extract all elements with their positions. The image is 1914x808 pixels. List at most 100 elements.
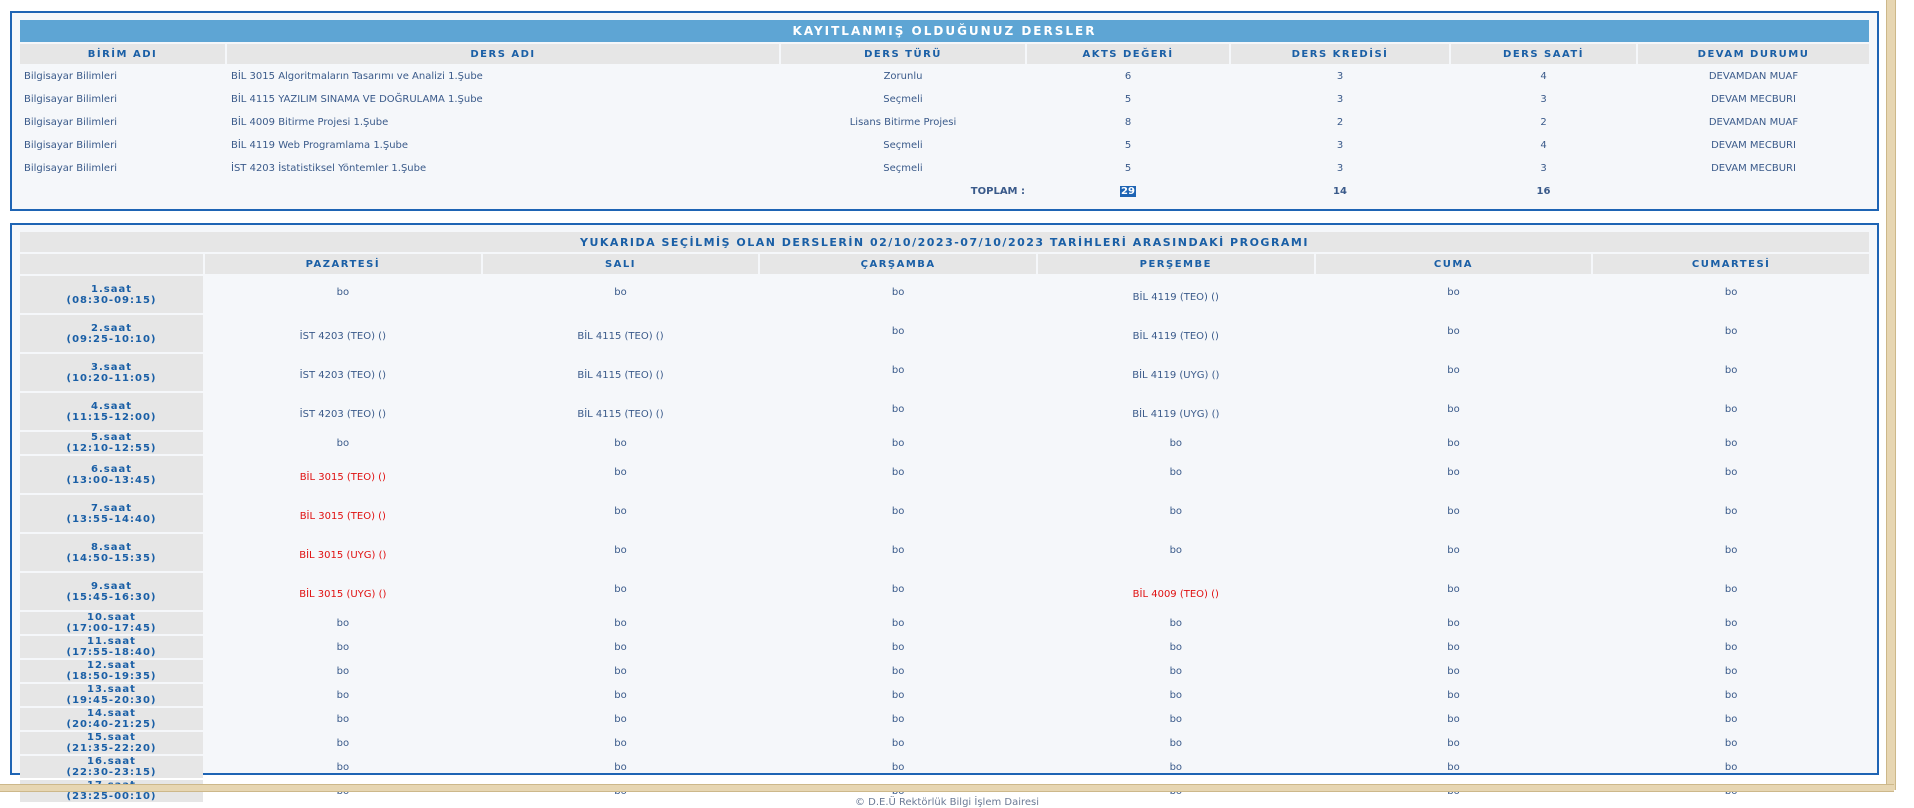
total-akts-value: 29 bbox=[1120, 186, 1136, 197]
schedule-cell-tuesday: bo bbox=[614, 713, 627, 725]
schedule-cell-friday: bo bbox=[1447, 761, 1460, 773]
course-cell-course-type: Seçmeli bbox=[883, 94, 923, 105]
slot-header-empty bbox=[20, 254, 203, 274]
schedule-cell-friday: bo bbox=[1447, 641, 1460, 653]
schedule-cell-monday: BİL 3015 (TEO) () bbox=[299, 511, 386, 522]
course-cell-akts: 5 bbox=[1124, 94, 1132, 105]
course-cell-akts: 8 bbox=[1124, 117, 1132, 128]
schedule-cell-wednesday: bo bbox=[891, 404, 905, 415]
schedule-cell-tuesday: bo bbox=[614, 689, 627, 701]
schedule-cell-friday: bo bbox=[1447, 584, 1460, 595]
time-slot-label: 6.saat (13:00-13:45) bbox=[20, 456, 203, 493]
course-row: Bilgisayar Bilimleri BİL 4009 Bitirme Pro… bbox=[20, 112, 1869, 133]
slot-time-range: (17:00-17:45) bbox=[66, 623, 157, 634]
schedule-cell-monday: bo bbox=[336, 665, 350, 677]
time-slot-label: 12.saat (18:50-19:35) bbox=[20, 660, 203, 682]
registered-courses-table: KAYITLANMIŞ OLDUĞUNUZ DERSLER BİRİM ADI … bbox=[18, 18, 1871, 204]
slot-time-range: (20:40-21:25) bbox=[66, 719, 157, 730]
course-cell-akts: 5 bbox=[1124, 163, 1132, 174]
col-header-akts: AKTS DEĞERİ bbox=[1027, 44, 1229, 64]
schedule-cell-saturday: bo bbox=[1724, 665, 1738, 677]
time-slot-label: 4.saat (11:15-12:00) bbox=[20, 393, 203, 430]
schedule-cell-monday: BİL 3015 (TEO) () bbox=[299, 472, 386, 483]
schedule-cell-saturday: bo bbox=[1724, 506, 1738, 517]
weekly-schedule-panel: YUKARIDA SEÇİLMİŞ OLAN DERSLERİN 02/10/2… bbox=[10, 223, 1879, 802]
schedule-row: 8.saat (14:50-15:35) BİL 3015 (UYG) () bo bo… bbox=[20, 534, 1869, 571]
schedule-cell-friday: bo bbox=[1447, 404, 1460, 415]
slot-number: 13.saat bbox=[87, 684, 136, 695]
slot-number: 12.saat bbox=[87, 660, 136, 671]
total-akts: 29 bbox=[1027, 181, 1229, 202]
time-slot-label: 1.saat (08:30-09:15) bbox=[20, 276, 203, 313]
schedule-cell-wednesday: bo bbox=[891, 617, 905, 629]
schedule-cell-tuesday: bo bbox=[614, 506, 627, 517]
course-cell-attendance: DEVAM MECBURI bbox=[1711, 163, 1796, 174]
time-slot-label: 9.saat (15:45-16:30) bbox=[20, 573, 203, 610]
slot-number: 6.saat bbox=[91, 463, 132, 475]
schedule-cell-thursday: bo bbox=[1169, 506, 1183, 517]
day-header-monday: PAZARTESİ bbox=[205, 254, 481, 274]
time-slot-label: 13.saat (19:45-20:30) bbox=[20, 684, 203, 706]
day-header-thursday: PERŞEMBE bbox=[1037, 254, 1314, 274]
schedule-cell-tuesday: BİL 4115 (TEO) () bbox=[577, 409, 664, 420]
time-slot-label: 11.saat (17:55-18:40) bbox=[20, 636, 203, 658]
course-cell-course-name: BİL 4119 Web Programlama 1.Şube bbox=[231, 140, 409, 151]
slot-number: 14.saat bbox=[87, 708, 136, 719]
schedule-cell-friday: bo bbox=[1447, 545, 1460, 556]
schedule-cell-thursday: bo bbox=[1169, 641, 1183, 653]
slot-time-range: (19:45-20:30) bbox=[66, 695, 157, 706]
col-header-unit: BİRİM ADI bbox=[20, 44, 225, 64]
schedule-cell-thursday: bo bbox=[1169, 617, 1183, 629]
schedule-row: 4.saat (11:15-12:00) İST 4203 (TEO) () BİL … bbox=[20, 393, 1869, 430]
schedule-cell-saturday: bo bbox=[1724, 713, 1738, 725]
weekly-schedule-table: YUKARIDA SEÇİLMİŞ OLAN DERSLERİN 02/10/2… bbox=[18, 230, 1871, 804]
schedule-cell-wednesday: bo bbox=[891, 545, 905, 556]
course-cell-credit: 3 bbox=[1336, 71, 1344, 82]
course-cell-credit: 3 bbox=[1336, 140, 1344, 151]
schedule-cell-friday: bo bbox=[1447, 506, 1460, 517]
schedule-cell-wednesday: bo bbox=[891, 713, 905, 725]
schedule-cell-thursday: bo bbox=[1169, 737, 1183, 749]
slot-time-range: (13:00-13:45) bbox=[66, 474, 157, 486]
schedule-cell-saturday: bo bbox=[1724, 467, 1738, 478]
col-header-hours: DERS SAATİ bbox=[1451, 44, 1636, 64]
course-cell-attendance: DEVAM MECBURI bbox=[1711, 140, 1796, 151]
time-slot-label: 8.saat (14:50-15:35) bbox=[20, 534, 203, 571]
course-cell-course-name: BİL 4115 YAZILIM SINAMA VE DOĞRULAMA 1.Ş… bbox=[231, 94, 483, 105]
slot-number: 9.saat bbox=[91, 580, 132, 592]
day-header-friday: CUMA bbox=[1315, 254, 1592, 274]
course-cell-unit: Bilgisayar Bilimleri bbox=[24, 163, 117, 174]
schedule-cell-monday: bo bbox=[336, 713, 350, 725]
course-cell-unit: Bilgisayar Bilimleri bbox=[24, 94, 117, 105]
day-header-saturday: CUMARTESİ bbox=[1593, 254, 1869, 274]
col-header-course-name: DERS ADI bbox=[227, 44, 779, 64]
course-cell-attendance: DEVAMDAN MUAF bbox=[1708, 117, 1799, 128]
schedule-cell-friday: bo bbox=[1447, 326, 1460, 337]
schedule-cell-saturday: bo bbox=[1724, 584, 1738, 595]
slot-time-range: (11:15-12:00) bbox=[66, 411, 157, 423]
schedule-cell-tuesday: bo bbox=[614, 584, 627, 595]
slot-time-range: (18:50-19:35) bbox=[66, 671, 157, 682]
course-cell-hours: 4 bbox=[1540, 71, 1547, 82]
schedule-cell-monday: bo bbox=[336, 689, 350, 701]
total-row: TOPLAM : 29 14 16 bbox=[20, 181, 1869, 202]
schedule-cell-wednesday: bo bbox=[891, 467, 905, 478]
course-row: Bilgisayar Bilimleri BİL 3015 Algoritmala… bbox=[20, 66, 1869, 87]
slot-time-range: (08:30-09:15) bbox=[66, 294, 157, 306]
schedule-row: 5.saat (12:10-12:55) bo bo bo bo bo bo bbox=[20, 432, 1869, 454]
course-cell-hours: 2 bbox=[1540, 117, 1547, 128]
slot-number: 3.saat bbox=[91, 361, 132, 373]
schedule-cell-thursday: BİL 4119 (UYG) () bbox=[1132, 370, 1220, 381]
time-slot-label: 3.saat (10:20-11:05) bbox=[20, 354, 203, 391]
schedule-cell-thursday: bo bbox=[1169, 437, 1183, 449]
schedule-cell-monday: İST 4203 (TEO) () bbox=[299, 331, 386, 342]
schedule-cell-thursday: bo bbox=[1169, 665, 1183, 677]
schedule-cell-saturday: bo bbox=[1724, 437, 1738, 449]
schedule-cell-thursday: bo bbox=[1169, 467, 1183, 478]
course-cell-course-type: Zorunlu bbox=[883, 71, 923, 82]
schedule-cell-friday: bo bbox=[1447, 287, 1460, 298]
slot-number: 15.saat bbox=[87, 732, 136, 743]
schedule-cell-friday: bo bbox=[1447, 467, 1460, 478]
time-slot-label: 15.saat (21:35-22:20) bbox=[20, 732, 203, 754]
schedule-cell-wednesday: bo bbox=[891, 665, 905, 677]
